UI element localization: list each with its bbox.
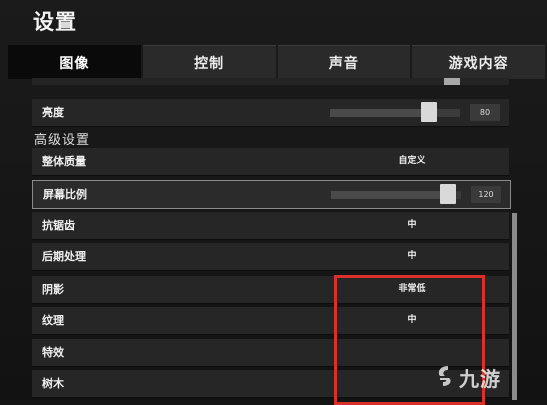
section-title-advanced: 高级设置: [34, 133, 91, 148]
setting-label: 阴影: [42, 283, 64, 296]
screen-scale-value: 120: [471, 186, 501, 203]
setting-value: 自定义: [398, 156, 426, 166]
setting-label: 树木: [42, 377, 64, 390]
setting-row-brightness[interactable]: 亮度 80: [32, 99, 509, 127]
setting-label: 后期处理: [42, 250, 86, 263]
settings-window: 设置 图像 控制 声音 游戏内容 亮度 80 高级设置 整体质量 自定义 屏幕比…: [0, 0, 547, 405]
setting-row-post-processing[interactable]: 后期处理 中: [32, 243, 509, 271]
tab-game-content[interactable]: 游戏内容: [412, 45, 545, 79]
scrollbar[interactable]: [512, 213, 517, 400]
brightness-slider[interactable]: [330, 109, 460, 117]
setting-label: 纹理: [42, 314, 64, 327]
setting-value: 中: [407, 251, 417, 261]
setting-label: 抗锯齿: [42, 219, 75, 232]
setting-row-antialiasing[interactable]: 抗锯齿 中: [32, 212, 509, 240]
brightness-value: 80: [470, 104, 500, 121]
slider-fill: [331, 191, 456, 199]
watermark-text: 九游: [459, 367, 501, 391]
setting-label: 特效: [42, 346, 64, 359]
slider-fill: [330, 109, 434, 117]
tab-controls[interactable]: 控制: [142, 45, 276, 79]
setting-label: 屏幕比例: [43, 188, 87, 201]
setting-row-screen-scale[interactable]: 屏幕比例 120: [32, 180, 511, 209]
brightness-slider-thumb[interactable]: [421, 102, 438, 122]
page-title: 设置: [33, 10, 77, 34]
setting-label: 整体质量: [42, 155, 86, 168]
tab-bar: 图像 控制 声音 游戏内容: [8, 45, 547, 79]
setting-value: 中: [407, 220, 417, 230]
tab-image[interactable]: 图像: [8, 45, 141, 79]
tab-sound[interactable]: 声音: [277, 45, 411, 79]
setting-label: 亮度: [42, 106, 64, 119]
screen-scale-slider-thumb[interactable]: [440, 184, 457, 204]
setting-row-overall-quality[interactable]: 整体质量 自定义: [32, 148, 509, 176]
watermark-logo-icon: [438, 366, 451, 386]
